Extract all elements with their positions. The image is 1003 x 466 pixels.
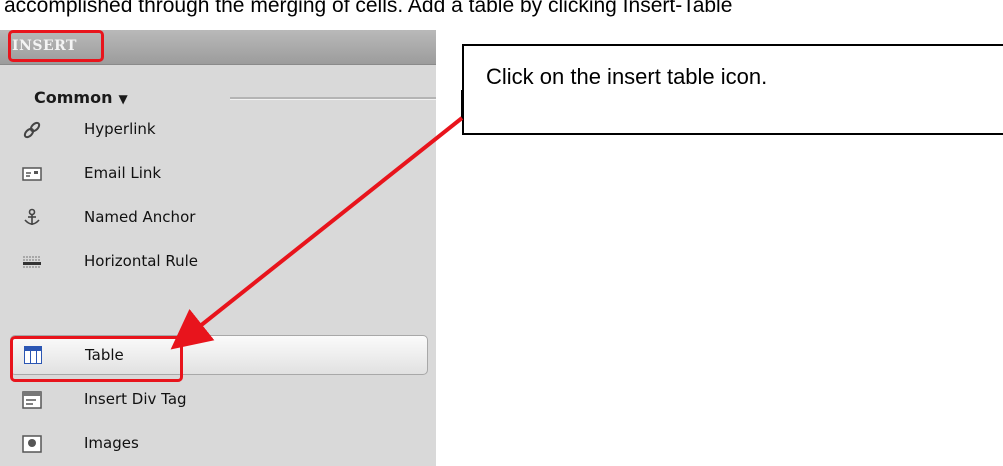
- insert-panel: INSERT Common ▼ Hyperlink Email Link Name…: [0, 30, 436, 466]
- document-text: accomplished through the merging of cell…: [4, 0, 733, 17]
- item-label: Insert Div Tag: [84, 390, 187, 408]
- callout-text: Click on the insert table icon.: [486, 64, 768, 89]
- category-dropdown[interactable]: Common ▼: [34, 88, 128, 107]
- insert-item-images[interactable]: Images: [10, 424, 428, 464]
- item-label: Named Anchor: [84, 208, 196, 226]
- email-link-icon: [22, 164, 42, 184]
- insert-item-hyperlink[interactable]: Hyperlink: [10, 110, 428, 150]
- item-label: Email Link: [84, 164, 162, 182]
- insert-item-email-link[interactable]: Email Link: [10, 154, 428, 194]
- item-label: Table: [85, 346, 124, 364]
- insert-item-table[interactable]: Table: [10, 335, 428, 375]
- instruction-callout: Click on the insert table icon.: [462, 44, 1003, 135]
- panel-title: INSERT: [12, 38, 77, 54]
- horizontal-rule-icon: [22, 252, 42, 272]
- insert-item-named-anchor[interactable]: Named Anchor: [10, 198, 428, 238]
- chevron-down-icon: ▼: [118, 92, 128, 106]
- images-icon: [22, 434, 42, 454]
- table-icon: [24, 346, 42, 364]
- insert-item-horizontal-rule[interactable]: Horizontal Rule: [10, 242, 428, 282]
- item-label: Images: [84, 434, 139, 452]
- item-label: Horizontal Rule: [84, 252, 199, 270]
- insert-div-tag-icon: [22, 390, 42, 410]
- item-label: Hyperlink: [84, 120, 156, 138]
- category-label: Common: [34, 88, 113, 107]
- hyperlink-icon: [22, 120, 42, 140]
- category-divider: [230, 97, 436, 100]
- insert-item-insert-div-tag[interactable]: Insert Div Tag: [10, 380, 428, 420]
- panel-header[interactable]: INSERT: [0, 30, 436, 65]
- named-anchor-icon: [22, 208, 42, 228]
